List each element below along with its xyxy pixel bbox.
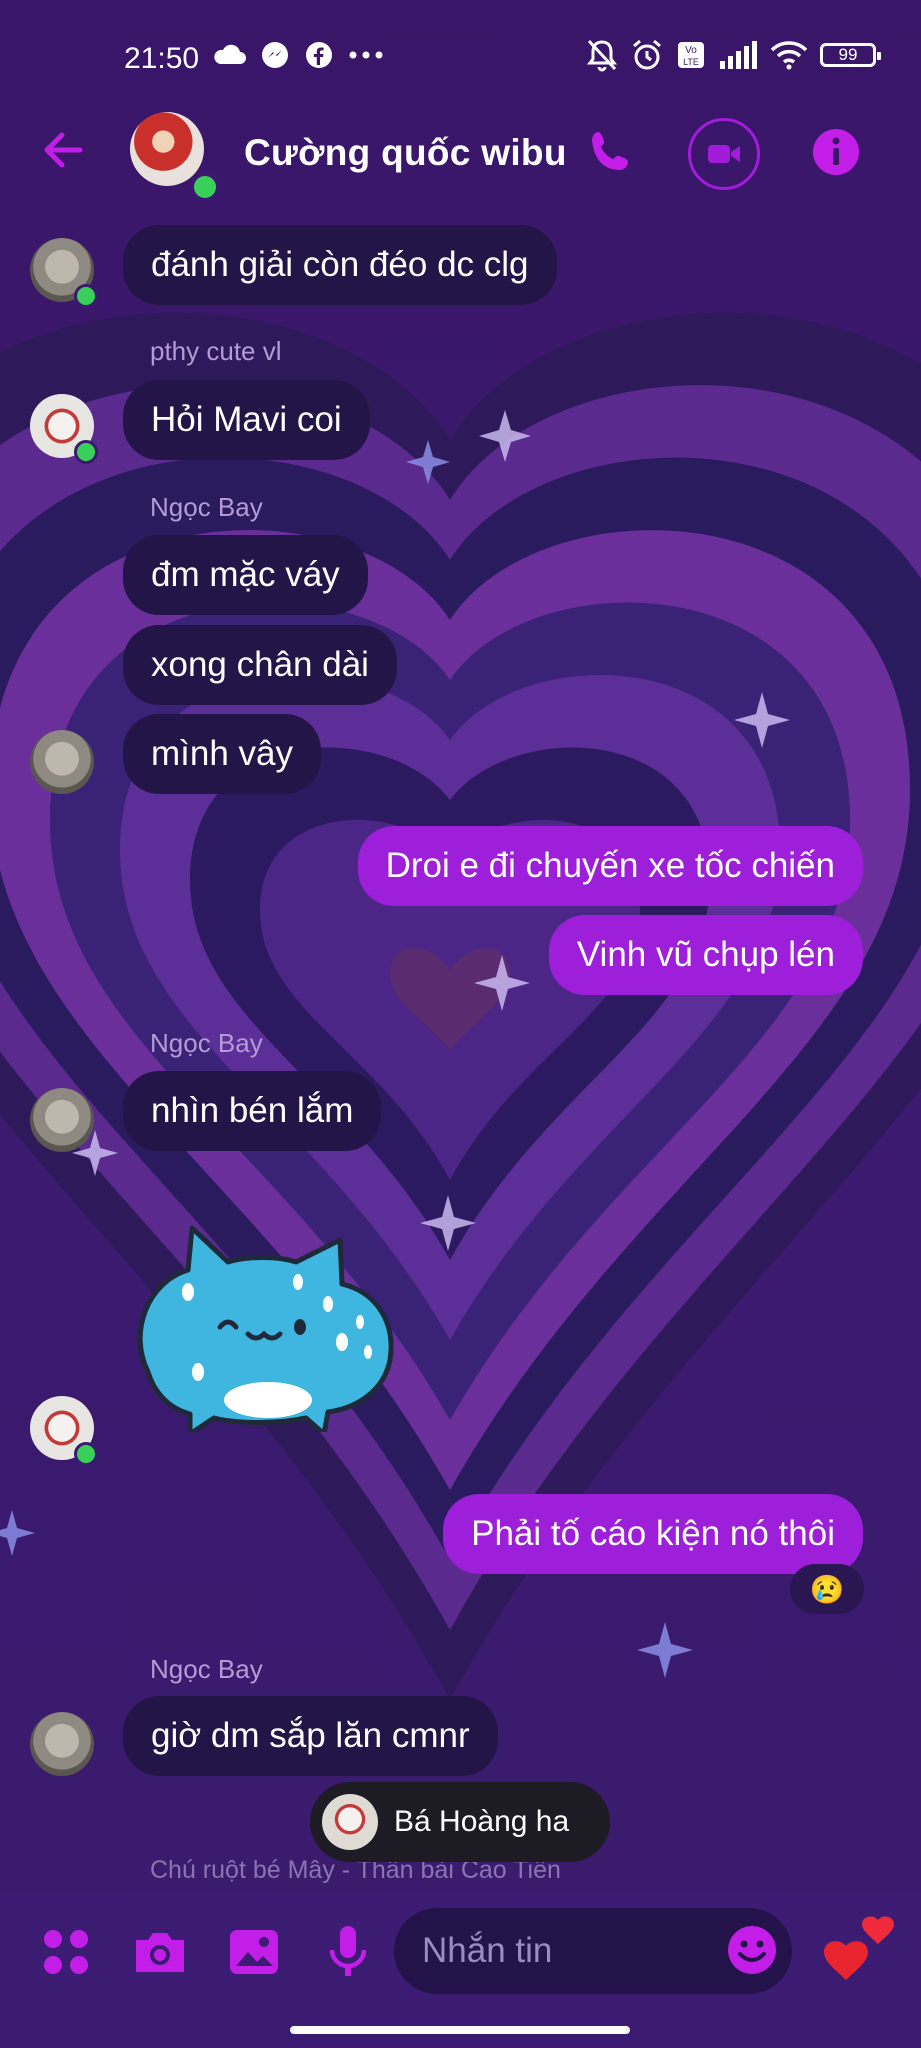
sender-avatar[interactable]: [30, 730, 94, 794]
message-bubble-incoming[interactable]: Hỏi Mavi coi: [123, 380, 370, 460]
sender-name: Ngọc Bay: [150, 1028, 263, 1058]
apps-icon[interactable]: [36, 1922, 96, 1982]
online-indicator: [74, 1442, 98, 1466]
message-bubble-incoming[interactable]: nhìn bén lắm: [123, 1071, 382, 1151]
info-icon[interactable]: [812, 128, 860, 176]
typing-name: Bá Hoàng ha: [394, 1805, 570, 1838]
cloud-icon: [214, 44, 246, 64]
message-bubble-outgoing[interactable]: Phải tố cáo kiện nó thôi: [443, 1494, 863, 1574]
sticker-blue-cat[interactable]: [128, 1222, 398, 1432]
more-dots-icon: [349, 51, 383, 59]
battery-level: 99: [838, 45, 858, 64]
messenger-icon: [262, 42, 288, 68]
conversation-title[interactable]: Cường quốc wibu: [244, 132, 567, 174]
facebook-icon: [306, 42, 332, 68]
message-bubble-incoming[interactable]: xong chân dài: [123, 625, 397, 705]
sender-name: Ngọc Bay: [150, 492, 263, 522]
hearts-icon[interactable]: [820, 1912, 902, 1992]
sender-name: pthy cute vl: [150, 336, 282, 366]
message-bubble-outgoing[interactable]: Vinh vũ chụp lén: [548, 915, 863, 995]
gallery-icon[interactable]: [224, 1922, 284, 1982]
video-call-button[interactable]: [688, 118, 760, 190]
status-time: 21:50: [124, 42, 200, 75]
online-indicator: [74, 284, 98, 308]
typing-indicator[interactable]: Bá Hoàng ha: [310, 1782, 610, 1862]
sender-name: Ngọc Bay: [150, 1654, 263, 1684]
typing-avatar: [322, 1794, 378, 1850]
emoji-icon[interactable]: [726, 1924, 778, 1976]
online-indicator: [74, 440, 98, 464]
battery-icon: 99: [820, 43, 881, 67]
volte-icon: VoLTE: [678, 42, 704, 68]
wifi-icon: [770, 41, 808, 70]
message-bubble-incoming[interactable]: đm mặc váy: [123, 535, 368, 615]
status-left-icons: [212, 40, 384, 70]
svg-text:LTE: LTE: [683, 57, 699, 67]
video-icon: [708, 145, 740, 163]
status-right-icons: Vo LTE 99: [586, 38, 881, 72]
group-avatar[interactable]: [130, 112, 204, 186]
message-bubble-incoming[interactable]: đánh giải còn đéo dc clg: [123, 225, 557, 305]
message-bubble-outgoing[interactable]: Droi e đi chuyến xe tốc chiến: [357, 826, 863, 906]
svg-text:Vo: Vo: [685, 45, 697, 56]
camera-icon[interactable]: [130, 1922, 190, 1982]
online-indicator: [190, 172, 220, 202]
signal-icon: [720, 41, 757, 69]
home-indicator[interactable]: [290, 2026, 630, 2034]
sender-avatar[interactable]: [30, 1712, 94, 1776]
back-arrow-icon[interactable]: [36, 122, 92, 178]
message-placeholder: Nhắn tin: [422, 1931, 553, 1970]
bell-off-icon: [587, 39, 617, 72]
message-bubble-incoming[interactable]: mình vây: [123, 714, 321, 794]
microphone-icon[interactable]: [318, 1922, 378, 1982]
alarm-icon: [633, 39, 661, 70]
message-bubble-incoming[interactable]: giờ dm sắp lăn cmnr: [123, 1696, 498, 1776]
sender-avatar[interactable]: [30, 1088, 94, 1152]
message-reaction[interactable]: 😢: [790, 1564, 864, 1614]
phone-icon[interactable]: [584, 126, 638, 180]
